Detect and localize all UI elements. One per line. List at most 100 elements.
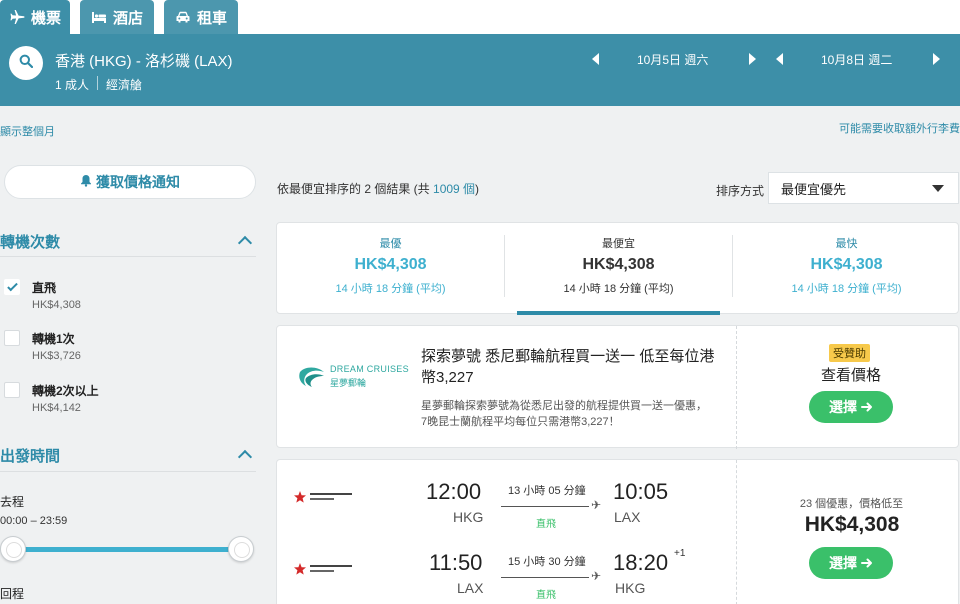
sponsored-ad-card[interactable]: DREAM CRUISES 星夢郵輪 探索夢號 悉尼郵輪航程買一送一 低至每位港… <box>276 325 959 449</box>
airline-logo <box>293 562 353 576</box>
sort-tab-cheapest[interactable]: 最便宜 HK$4,308 14 小時 18 分鐘 (平均) <box>505 223 732 315</box>
sort-tab-best[interactable]: 最優 HK$4,308 14 小時 18 分鐘 (平均) <box>277 223 504 315</box>
checkmark-icon <box>7 280 18 292</box>
flight-price: HK$4,308 <box>804 513 900 536</box>
tab-car-rental[interactable]: 租車 <box>164 0 238 34</box>
car-icon <box>175 9 191 25</box>
outbound-time-range: 00:00 – 23:59 <box>0 515 68 527</box>
next-return-date-icon[interactable] <box>933 53 940 65</box>
sponsored-badge: 受贊助 <box>829 344 870 362</box>
price-alert-button[interactable]: 獲取價格通知 <box>4 165 256 199</box>
airplane-icon <box>9 9 25 25</box>
two-plus-stops-checkbox[interactable] <box>4 382 20 398</box>
airline-bauhinia-icon <box>294 491 306 503</box>
route-text[interactable]: 香港 (HKG) - 洛杉磯 (LAX) <box>55 50 233 71</box>
results-total-link[interactable]: 1009 個 <box>433 182 475 196</box>
sort-tab-duration: 14 小時 18 分鐘 (平均) <box>335 283 446 295</box>
outbound-slider-max-handle[interactable] <box>228 536 254 562</box>
price-alert-label: 獲取價格通知 <box>96 174 180 190</box>
prev-return-date-icon[interactable] <box>776 53 783 65</box>
stop-option-price: HK$3,726 <box>32 350 81 362</box>
sort-label: 排序方式 <box>716 184 765 198</box>
plane-icon: ✈ <box>591 569 602 583</box>
airline-wordmark <box>310 565 352 572</box>
product-tabs: 機票 酒店 租車 <box>0 0 960 34</box>
prev-depart-date-icon[interactable] <box>592 53 599 65</box>
flight-result-card[interactable]: 12:00 HKG 13 小時 05 分鐘 ✈ 直飛 10:05 LAX 11:… <box>276 459 959 604</box>
tab-hotels-label: 酒店 <box>112 9 143 27</box>
airline-bauhinia-icon <box>294 563 306 575</box>
next-depart-date-icon[interactable] <box>749 53 756 65</box>
outbound-time-slider-track[interactable] <box>12 547 241 552</box>
bed-icon <box>91 9 107 25</box>
one-stop-checkbox[interactable] <box>4 330 20 346</box>
outbound-route-line <box>501 506 589 507</box>
arrow-right-icon <box>861 399 873 415</box>
outbound-depart-airport: HKG <box>453 509 484 525</box>
divider <box>0 471 256 472</box>
sort-tab-duration: 14 小時 18 分鐘 (平均) <box>563 283 674 295</box>
tab-flights[interactable]: 機票 <box>0 0 70 34</box>
outbound-duration: 13 小時 05 分鐘 <box>508 485 586 497</box>
inbound-stops: 直飛 <box>536 590 556 601</box>
airline-logo <box>293 490 353 504</box>
departure-time-section-title[interactable]: 出發時間 <box>0 445 60 466</box>
cruise-wave-icon <box>299 367 324 387</box>
baggage-fee-link[interactable]: 可能需要收取額外行李費 <box>839 120 960 136</box>
stop-option-label: 轉機1次 <box>32 332 75 346</box>
inbound-arrive-time: 18:20 <box>613 550 669 575</box>
airline-wordmark <box>310 493 352 500</box>
return-date[interactable]: 10月8日 週二 <box>821 51 892 68</box>
ad-title[interactable]: 探索夢號 悉尼郵輪航程買一送一 低至每位港幣3,227 <box>421 346 721 388</box>
depart-date[interactable]: 10月5日 週六 <box>637 51 708 68</box>
collapse-departure-icon[interactable] <box>237 449 253 465</box>
search-summary-bar: 香港 (HKG) - 洛杉磯 (LAX) 1 成人 經濟艙 10月5日 週六 1… <box>0 34 960 106</box>
depart-date-picker: 10月5日 週六 <box>592 48 758 70</box>
passenger-count: 1 成人 <box>55 78 90 92</box>
sort-tab-price: HK$4,308 <box>354 256 427 273</box>
stops-section-title[interactable]: 轉機次數 <box>0 231 60 252</box>
sort-dropdown[interactable]: 最便宜優先 <box>768 172 959 204</box>
sort-tab-name: 最優 <box>379 238 402 250</box>
tab-car-rental-label: 租車 <box>196 9 227 27</box>
show-whole-month-link[interactable]: 顯示整個月 <box>0 123 55 139</box>
divider <box>0 256 256 257</box>
divider <box>736 460 737 604</box>
flight-select-button[interactable]: 選擇 <box>809 547 893 579</box>
stop-option-price: HK$4,308 <box>32 299 81 311</box>
dream-cruises-logo: DREAM CRUISES 星夢郵輪 <box>297 362 409 392</box>
sort-tab-price: HK$4,308 <box>582 256 655 273</box>
sort-tab-duration: 14 小時 18 分鐘 (平均) <box>791 283 902 295</box>
deals-count: 23 個優惠，價格低至 <box>799 498 904 510</box>
outbound-arrive-airport: LAX <box>614 509 641 525</box>
dropdown-caret-icon <box>932 185 944 192</box>
stop-option-label: 直飛 <box>32 281 57 295</box>
ad-description: 星夢郵輪探索夢號為從悉尼出發的航程提供買一送一優惠，7晚昆士蘭航程平均每位只需港… <box>421 400 707 428</box>
outbound-slider-min-handle[interactable] <box>0 536 26 562</box>
sort-tab-name: 最便宜 <box>602 238 635 250</box>
inbound-arrive-airport: HKG <box>615 580 646 596</box>
outbound-label: 去程 <box>0 495 25 509</box>
arrow-right-icon <box>861 555 873 571</box>
arrival-day-offset: +1 <box>674 548 686 559</box>
sort-dropdown-value: 最便宜優先 <box>781 181 847 197</box>
ad-view-price-label: 查看價格 <box>820 367 881 384</box>
tab-hotels[interactable]: 酒店 <box>80 0 154 34</box>
search-button[interactable] <box>9 46 43 80</box>
tab-flights-label: 機票 <box>30 9 61 27</box>
results-count-prefix: 依最便宜排序的 2 個結果 (共 <box>277 182 434 196</box>
nonstop-checkbox[interactable] <box>4 279 20 295</box>
logo-text: DREAM CRUISES <box>330 364 409 374</box>
results-count: 依最便宜排序的 2 個結果 (共 1009 個) <box>277 180 479 197</box>
return-date-picker: 10月8日 週二 <box>776 48 942 70</box>
ad-select-button[interactable]: 選擇 <box>809 391 893 423</box>
passenger-summary[interactable]: 1 成人 經濟艙 <box>55 76 142 93</box>
sort-tab-price: HK$4,308 <box>810 256 883 273</box>
collapse-stops-icon[interactable] <box>237 235 253 251</box>
sort-tab-name: 最快 <box>835 238 858 250</box>
ad-select-label: 選擇 <box>829 399 857 415</box>
sort-tab-fastest[interactable]: 最快 HK$4,308 14 小時 18 分鐘 (平均) <box>733 223 960 315</box>
outbound-stops: 直飛 <box>536 519 556 530</box>
divider <box>97 76 99 90</box>
sort-tabs-card: 最優 HK$4,308 14 小時 18 分鐘 (平均) 最便宜 HK$4,30… <box>276 222 960 315</box>
